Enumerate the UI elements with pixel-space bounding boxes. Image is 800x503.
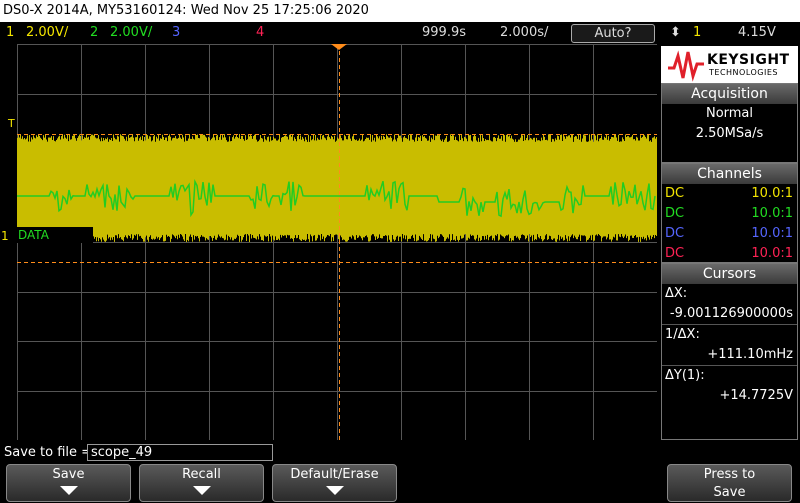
- logo-brand: KEYSIGHT: [707, 52, 790, 68]
- graticule: [17, 44, 657, 440]
- channels-panel: Channels DC 10.0:1 DC 10.0:1 DC 10.0:1 DC 10…: [661, 163, 798, 263]
- inv-dx-value: +111.10mHz: [707, 347, 793, 362]
- ch1-ground-marker: 1: [1, 229, 9, 243]
- sample-rate: 2.50MSa/s: [695, 126, 764, 141]
- channels-header: Channels: [662, 164, 797, 184]
- title-bar: DS0-X 2014A, MY53160124: Wed Nov 25 17:2…: [0, 0, 800, 22]
- trigger-position-marker: T: [8, 117, 15, 130]
- logo-sub: TECHNOLOGIES: [709, 68, 778, 77]
- press-to-save-label-2: Save: [713, 485, 746, 500]
- channel-row-2: DC 10.0:1: [662, 204, 797, 224]
- inv-dx-label: 1/ΔX:: [665, 327, 700, 342]
- ch2-number[interactable]: 2: [90, 22, 98, 44]
- save-softkey-label: Save: [52, 467, 85, 482]
- cursors-panel: Cursors ΔX: -9.001126900000s 1/ΔX: +111.…: [661, 263, 798, 440]
- ch1-coupling: DC: [665, 186, 685, 201]
- ch4-probe-ratio: 10.0:1: [751, 246, 793, 261]
- trigger-updown-icon: ⬍: [670, 25, 681, 40]
- dy-value: +14.7725V: [719, 388, 793, 403]
- filename-field[interactable]: scope_49: [87, 444, 273, 461]
- waveform-display[interactable]: [17, 44, 657, 440]
- ch2-scale[interactable]: 2.00V/: [110, 22, 152, 44]
- keysight-wave-icon: [668, 50, 704, 82]
- dx-value: -9.001126900000s: [669, 306, 793, 321]
- ch1-scale[interactable]: 2.00V/: [26, 22, 68, 44]
- press-to-save-label-1: Press to: [703, 467, 756, 482]
- ch1-probe-ratio: 10.0:1: [751, 186, 793, 201]
- ch3-probe-ratio: 10.0:1: [751, 226, 793, 241]
- acquisition-panel: Acquisition Normal 2.50MSa/s: [661, 83, 798, 163]
- save-label: Save to file =: [4, 445, 93, 460]
- press-to-save-softkey[interactable]: Press to Save: [667, 464, 792, 502]
- trigger-position-icon: [331, 44, 347, 50]
- ch4-number[interactable]: 4: [256, 22, 264, 44]
- dx-label-row: ΔX:: [662, 284, 797, 304]
- inv-dx-label-row: 1/ΔX:: [662, 324, 797, 345]
- status-bar: 1 2.00V/ 2 2.00V/ 3 4 999.9s 2.000s/ ⬍ 1…: [0, 22, 800, 44]
- down-arrow-icon: [325, 486, 344, 495]
- down-arrow-icon: [192, 486, 211, 495]
- save-softkey[interactable]: Save: [6, 464, 131, 502]
- trigger-level[interactable]: 4.15V: [738, 22, 776, 44]
- dy-value-row: +14.7725V: [662, 386, 797, 406]
- down-arrow-icon: [59, 486, 78, 495]
- ch3-number[interactable]: 3: [172, 22, 180, 44]
- run-mode-button[interactable]: Auto?: [571, 24, 655, 43]
- keysight-logo: KEYSIGHT TECHNOLOGIES: [661, 46, 798, 84]
- ch2-label: DATA: [0, 227, 93, 243]
- ch2-coupling: DC: [665, 206, 685, 221]
- acquisition-header: Acquisition: [662, 84, 797, 104]
- time-delay[interactable]: 999.9s: [422, 22, 466, 44]
- ch1-waveform: [17, 134, 657, 242]
- dy-label: ΔY(1):: [665, 368, 705, 383]
- ch1-number[interactable]: 1: [6, 22, 14, 44]
- channel-row-4: DC 10.0:1: [662, 244, 797, 264]
- ch2-probe-ratio: 10.0:1: [751, 206, 793, 221]
- channel-row-1: DC 10.0:1: [662, 184, 797, 204]
- trigger-source[interactable]: 1: [693, 22, 701, 44]
- channel-row-3: DC 10.0:1: [662, 224, 797, 244]
- title-text: DS0-X 2014A, MY53160124: Wed Nov 25 17:2…: [3, 3, 369, 18]
- acquisition-mode: Normal: [705, 106, 754, 121]
- dx-label: ΔX:: [665, 286, 688, 301]
- recall-softkey-label: Recall: [182, 467, 221, 482]
- ch3-coupling: DC: [665, 226, 685, 241]
- default-erase-softkey[interactable]: Default/Erase: [272, 464, 397, 502]
- inv-dx-value-row: +111.10mHz: [662, 345, 797, 365]
- time-scale[interactable]: 2.000s/: [500, 22, 548, 44]
- ch4-coupling: DC: [665, 246, 685, 261]
- recall-softkey[interactable]: Recall: [139, 464, 264, 502]
- dy-label-row: ΔY(1):: [662, 365, 797, 386]
- cursors-header: Cursors: [662, 264, 797, 284]
- dx-value-row: -9.001126900000s: [662, 304, 797, 324]
- default-erase-softkey-label: Default/Erase: [290, 467, 379, 482]
